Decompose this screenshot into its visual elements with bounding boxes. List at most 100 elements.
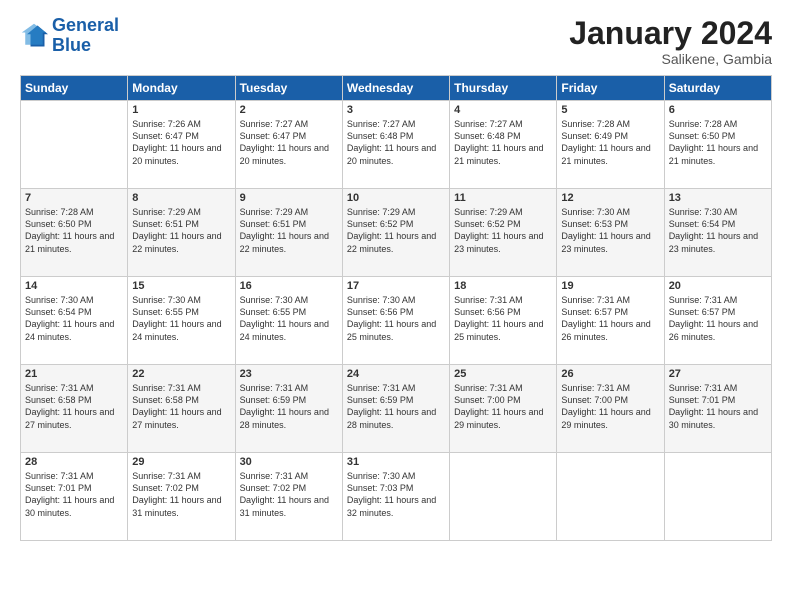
day-number: 7 — [25, 192, 123, 204]
cell-info: Sunrise: 7:27 AMSunset: 6:48 PMDaylight:… — [347, 118, 445, 167]
cell-info: Sunrise: 7:29 AMSunset: 6:52 PMDaylight:… — [454, 206, 552, 255]
cell-w3-d4: 18 Sunrise: 7:31 AMSunset: 6:56 PMDaylig… — [450, 277, 557, 365]
calendar-table: Sunday Monday Tuesday Wednesday Thursday… — [20, 75, 772, 541]
day-number: 21 — [25, 368, 123, 380]
day-number: 27 — [669, 368, 767, 380]
cell-w2-d1: 8 Sunrise: 7:29 AMSunset: 6:51 PMDayligh… — [128, 189, 235, 277]
day-number: 29 — [132, 456, 230, 468]
day-number: 1 — [132, 104, 230, 116]
cell-w4-d3: 24 Sunrise: 7:31 AMSunset: 6:59 PMDaylig… — [342, 365, 449, 453]
day-number: 18 — [454, 280, 552, 292]
header-tuesday: Tuesday — [235, 76, 342, 101]
cell-info: Sunrise: 7:31 AMSunset: 7:00 PMDaylight:… — [561, 382, 659, 431]
cell-w1-d0 — [21, 101, 128, 189]
header-thursday: Thursday — [450, 76, 557, 101]
cell-info: Sunrise: 7:28 AMSunset: 6:50 PMDaylight:… — [669, 118, 767, 167]
cell-w4-d0: 21 Sunrise: 7:31 AMSunset: 6:58 PMDaylig… — [21, 365, 128, 453]
header: General Blue January 2024 Salikene, Gamb… — [20, 16, 772, 67]
day-number: 30 — [240, 456, 338, 468]
cell-info: Sunrise: 7:30 AMSunset: 6:54 PMDaylight:… — [25, 294, 123, 343]
day-number: 13 — [669, 192, 767, 204]
header-monday: Monday — [128, 76, 235, 101]
cell-info: Sunrise: 7:30 AMSunset: 6:55 PMDaylight:… — [240, 294, 338, 343]
day-number: 24 — [347, 368, 445, 380]
cell-info: Sunrise: 7:31 AMSunset: 6:57 PMDaylight:… — [669, 294, 767, 343]
logo: General Blue — [20, 16, 119, 56]
cell-info: Sunrise: 7:31 AMSunset: 7:00 PMDaylight:… — [454, 382, 552, 431]
day-number: 23 — [240, 368, 338, 380]
day-number: 17 — [347, 280, 445, 292]
cell-info: Sunrise: 7:28 AMSunset: 6:50 PMDaylight:… — [25, 206, 123, 255]
cell-w4-d6: 27 Sunrise: 7:31 AMSunset: 7:01 PMDaylig… — [664, 365, 771, 453]
day-number: 25 — [454, 368, 552, 380]
day-number: 28 — [25, 456, 123, 468]
cell-info: Sunrise: 7:31 AMSunset: 6:57 PMDaylight:… — [561, 294, 659, 343]
cell-info: Sunrise: 7:31 AMSunset: 7:02 PMDaylight:… — [240, 470, 338, 519]
cell-w5-d3: 31 Sunrise: 7:30 AMSunset: 7:03 PMDaylig… — [342, 453, 449, 541]
day-number: 26 — [561, 368, 659, 380]
cell-w2-d0: 7 Sunrise: 7:28 AMSunset: 6:50 PMDayligh… — [21, 189, 128, 277]
day-number: 15 — [132, 280, 230, 292]
cell-info: Sunrise: 7:29 AMSunset: 6:51 PMDaylight:… — [240, 206, 338, 255]
cell-w4-d4: 25 Sunrise: 7:31 AMSunset: 7:00 PMDaylig… — [450, 365, 557, 453]
logo-general: General — [52, 15, 119, 35]
cell-info: Sunrise: 7:29 AMSunset: 6:51 PMDaylight:… — [132, 206, 230, 255]
cell-w2-d3: 10 Sunrise: 7:29 AMSunset: 6:52 PMDaylig… — [342, 189, 449, 277]
day-number: 6 — [669, 104, 767, 116]
day-number: 5 — [561, 104, 659, 116]
cell-w5-d1: 29 Sunrise: 7:31 AMSunset: 7:02 PMDaylig… — [128, 453, 235, 541]
cell-w4-d2: 23 Sunrise: 7:31 AMSunset: 6:59 PMDaylig… — [235, 365, 342, 453]
header-wednesday: Wednesday — [342, 76, 449, 101]
week-row-2: 7 Sunrise: 7:28 AMSunset: 6:50 PMDayligh… — [21, 189, 772, 277]
cell-info: Sunrise: 7:31 AMSunset: 6:58 PMDaylight:… — [132, 382, 230, 431]
cell-w4-d1: 22 Sunrise: 7:31 AMSunset: 6:58 PMDaylig… — [128, 365, 235, 453]
cell-w1-d2: 2 Sunrise: 7:27 AMSunset: 6:47 PMDayligh… — [235, 101, 342, 189]
cell-w1-d5: 5 Sunrise: 7:28 AMSunset: 6:49 PMDayligh… — [557, 101, 664, 189]
day-number: 22 — [132, 368, 230, 380]
cell-info: Sunrise: 7:31 AMSunset: 6:58 PMDaylight:… — [25, 382, 123, 431]
calendar-subtitle: Salikene, Gambia — [569, 51, 772, 67]
cell-w1-d4: 4 Sunrise: 7:27 AMSunset: 6:48 PMDayligh… — [450, 101, 557, 189]
cell-info: Sunrise: 7:31 AMSunset: 6:56 PMDaylight:… — [454, 294, 552, 343]
cell-w5-d5 — [557, 453, 664, 541]
day-header-row: Sunday Monday Tuesday Wednesday Thursday… — [21, 76, 772, 101]
header-sunday: Sunday — [21, 76, 128, 101]
cell-w3-d5: 19 Sunrise: 7:31 AMSunset: 6:57 PMDaylig… — [557, 277, 664, 365]
cell-w2-d6: 13 Sunrise: 7:30 AMSunset: 6:54 PMDaylig… — [664, 189, 771, 277]
cell-w3-d1: 15 Sunrise: 7:30 AMSunset: 6:55 PMDaylig… — [128, 277, 235, 365]
header-saturday: Saturday — [664, 76, 771, 101]
title-block: January 2024 Salikene, Gambia — [569, 16, 772, 67]
cell-w2-d5: 12 Sunrise: 7:30 AMSunset: 6:53 PMDaylig… — [557, 189, 664, 277]
logo-icon — [20, 22, 48, 50]
day-number: 4 — [454, 104, 552, 116]
cell-w5-d4 — [450, 453, 557, 541]
cell-w2-d4: 11 Sunrise: 7:29 AMSunset: 6:52 PMDaylig… — [450, 189, 557, 277]
cell-info: Sunrise: 7:30 AMSunset: 6:55 PMDaylight:… — [132, 294, 230, 343]
cell-info: Sunrise: 7:30 AMSunset: 6:56 PMDaylight:… — [347, 294, 445, 343]
day-number: 12 — [561, 192, 659, 204]
week-row-3: 14 Sunrise: 7:30 AMSunset: 6:54 PMDaylig… — [21, 277, 772, 365]
week-row-1: 1 Sunrise: 7:26 AMSunset: 6:47 PMDayligh… — [21, 101, 772, 189]
day-number: 9 — [240, 192, 338, 204]
cell-info: Sunrise: 7:27 AMSunset: 6:47 PMDaylight:… — [240, 118, 338, 167]
day-number: 8 — [132, 192, 230, 204]
calendar-title: January 2024 — [569, 16, 772, 51]
week-row-5: 28 Sunrise: 7:31 AMSunset: 7:01 PMDaylig… — [21, 453, 772, 541]
cell-w3-d0: 14 Sunrise: 7:30 AMSunset: 6:54 PMDaylig… — [21, 277, 128, 365]
cell-info: Sunrise: 7:31 AMSunset: 7:02 PMDaylight:… — [132, 470, 230, 519]
cell-w1-d3: 3 Sunrise: 7:27 AMSunset: 6:48 PMDayligh… — [342, 101, 449, 189]
cell-info: Sunrise: 7:31 AMSunset: 6:59 PMDaylight:… — [347, 382, 445, 431]
cell-info: Sunrise: 7:29 AMSunset: 6:52 PMDaylight:… — [347, 206, 445, 255]
day-number: 16 — [240, 280, 338, 292]
cell-info: Sunrise: 7:31 AMSunset: 7:01 PMDaylight:… — [25, 470, 123, 519]
week-row-4: 21 Sunrise: 7:31 AMSunset: 6:58 PMDaylig… — [21, 365, 772, 453]
day-number: 3 — [347, 104, 445, 116]
day-number: 11 — [454, 192, 552, 204]
logo-text: General Blue — [52, 16, 119, 56]
day-number: 31 — [347, 456, 445, 468]
day-number: 2 — [240, 104, 338, 116]
cell-info: Sunrise: 7:30 AMSunset: 7:03 PMDaylight:… — [347, 470, 445, 519]
cell-info: Sunrise: 7:31 AMSunset: 6:59 PMDaylight:… — [240, 382, 338, 431]
cell-w5-d2: 30 Sunrise: 7:31 AMSunset: 7:02 PMDaylig… — [235, 453, 342, 541]
cell-w2-d2: 9 Sunrise: 7:29 AMSunset: 6:51 PMDayligh… — [235, 189, 342, 277]
